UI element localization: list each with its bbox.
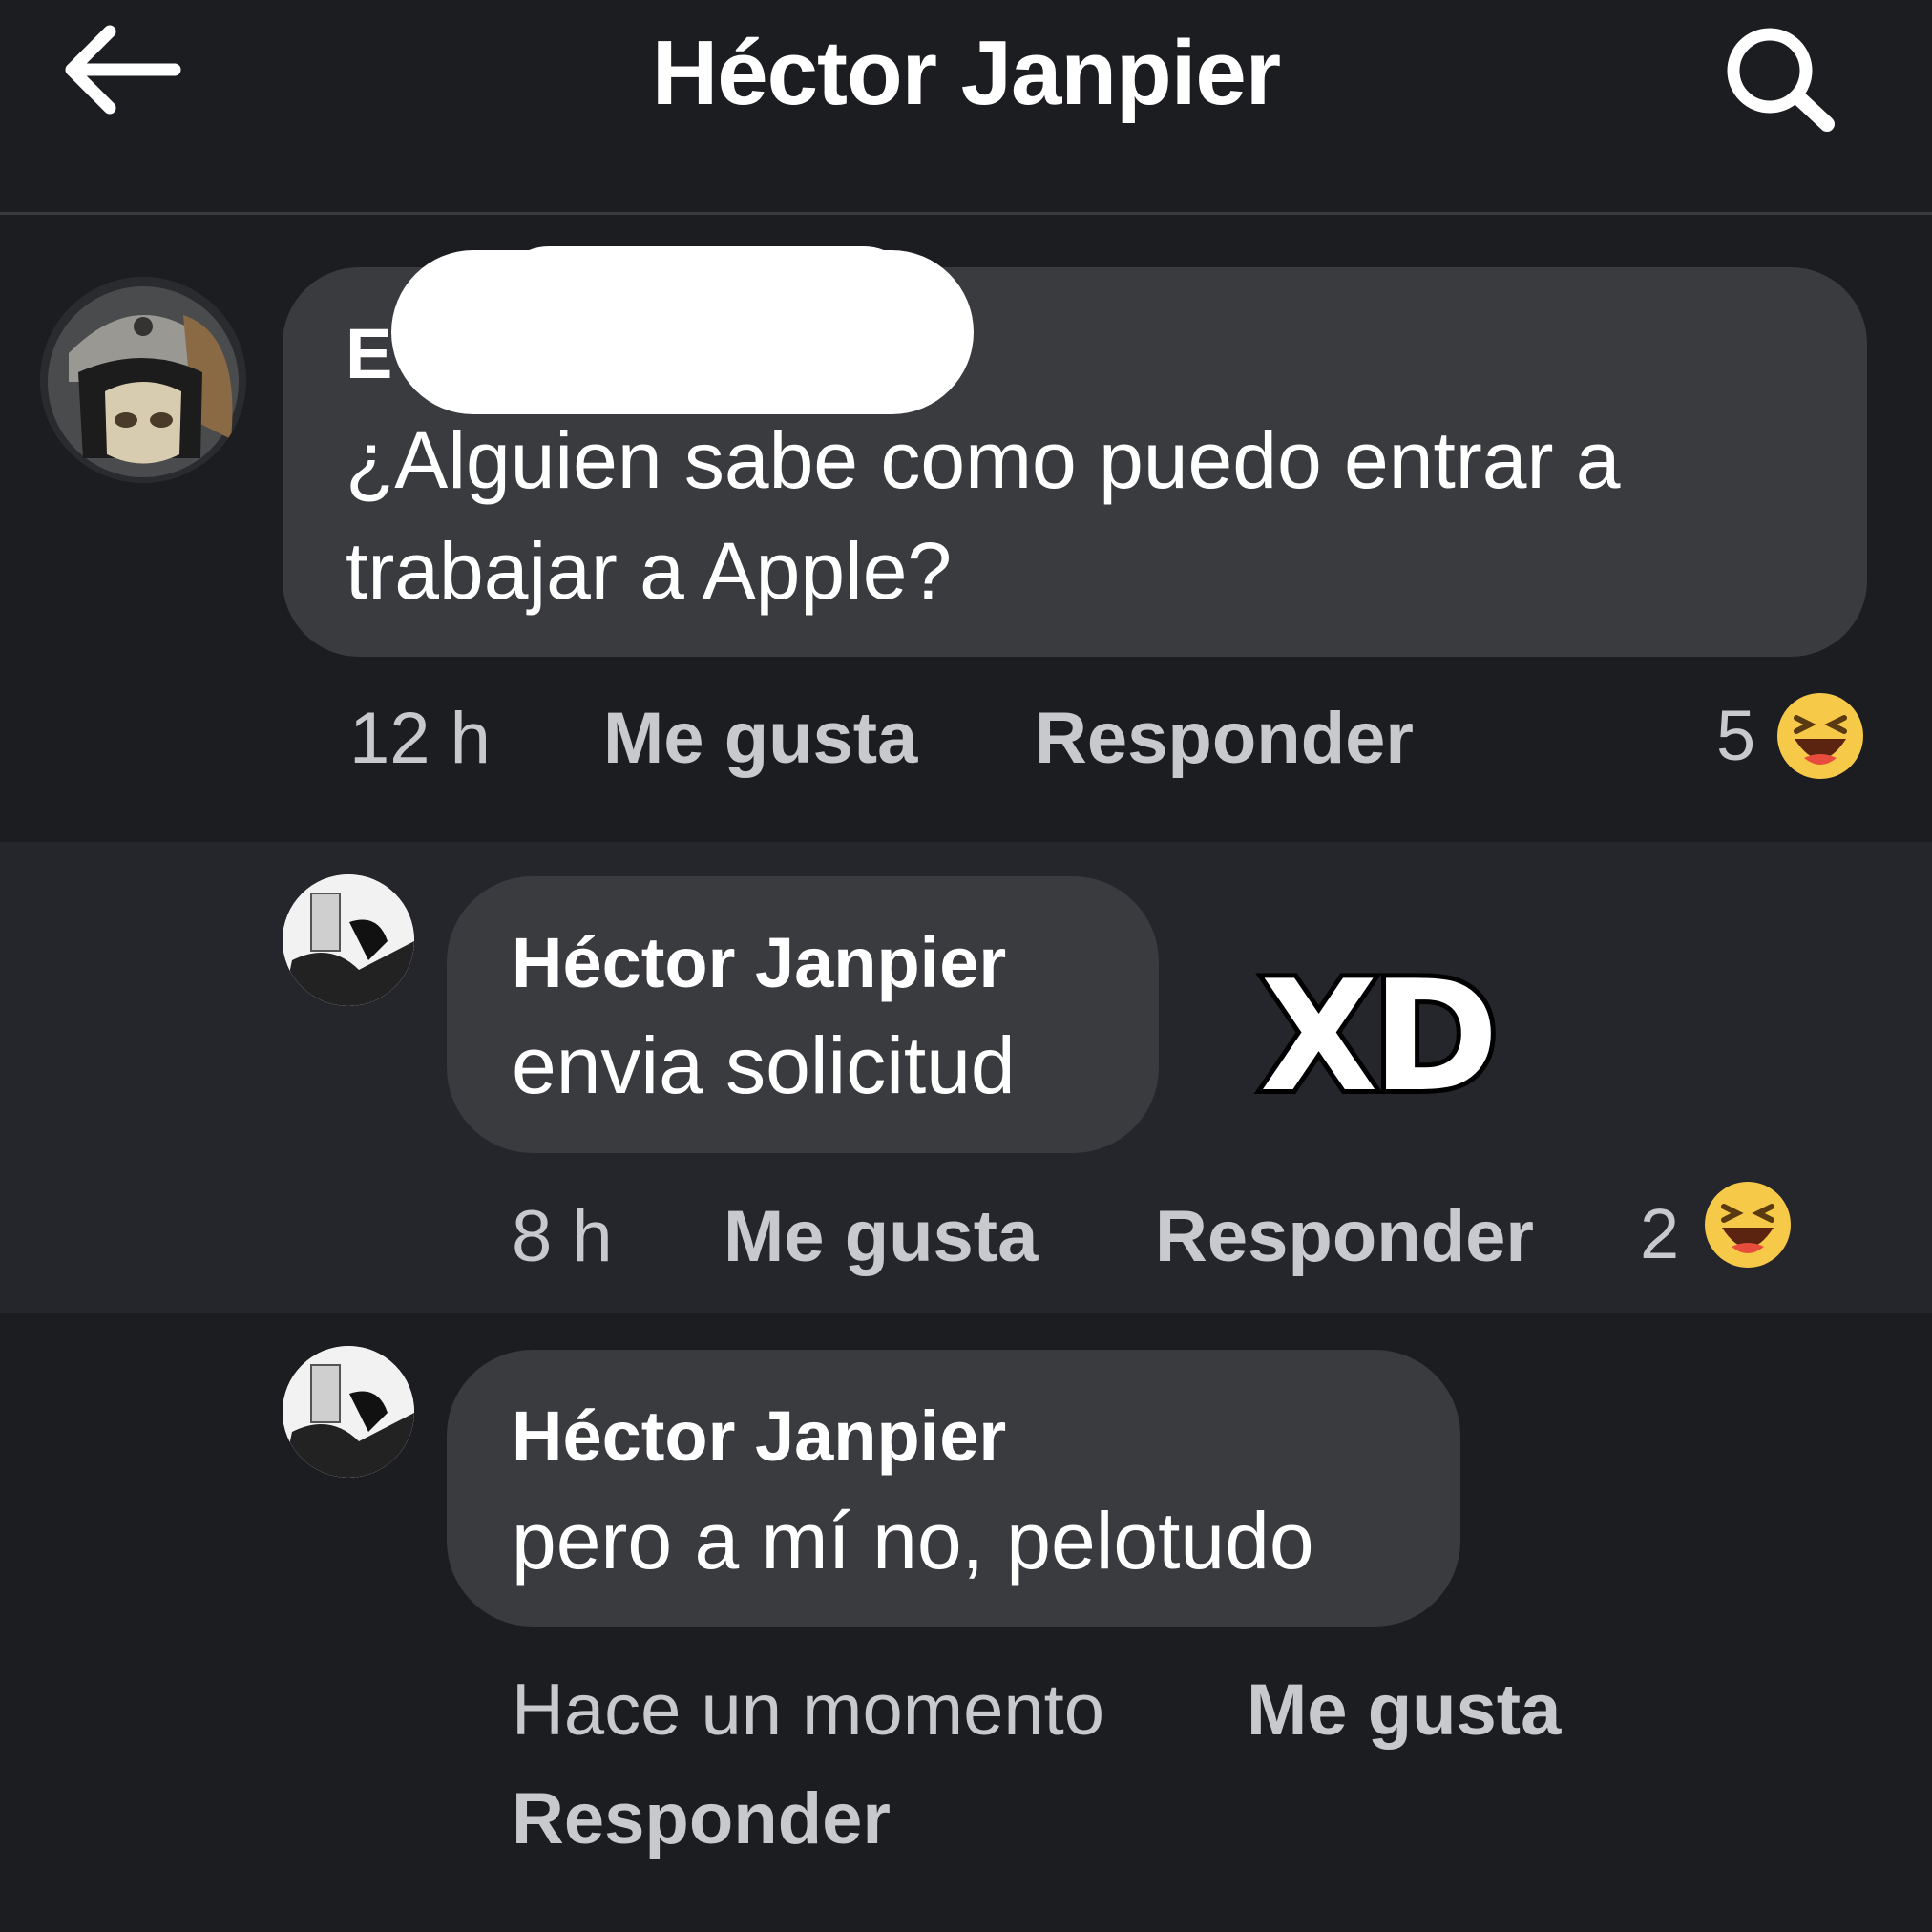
reply-button[interactable]: Responder — [1155, 1195, 1534, 1278]
laughing-emoji-icon[interactable] — [1703, 1180, 1793, 1270]
comment-text-line: trabajar a Apple? — [346, 526, 953, 616]
comment-timestamp: Hace un momento — [512, 1670, 1104, 1751]
page-title: Héctor Janpier — [651, 22, 1281, 124]
avatar[interactable] — [40, 277, 246, 483]
comment-timestamp: 8 h — [512, 1196, 613, 1277]
overlay-caption: XD — [1255, 942, 1503, 1130]
comment-text-line: envia solicitud — [512, 1020, 1016, 1110]
reply-button[interactable]: Responder — [1035, 697, 1414, 780]
like-button[interactable]: Me gusta — [603, 697, 917, 780]
reaction-count[interactable]: 2 — [1640, 1193, 1679, 1274]
comment-timestamp: 12 h — [349, 698, 491, 779]
avatar[interactable] — [283, 874, 414, 1006]
reaction-count[interactable]: 5 — [1716, 695, 1755, 776]
comment-author[interactable]: E — [346, 313, 392, 394]
top-bar: Héctor Janpier — [0, 0, 1932, 215]
like-button[interactable]: Me gusta — [724, 1195, 1038, 1278]
search-icon — [1727, 28, 1835, 132]
comment-author[interactable]: Héctor Janpier — [512, 1396, 1006, 1477]
redaction-mark — [496, 246, 916, 351]
avatar[interactable] — [283, 1346, 414, 1478]
laughing-emoji-icon[interactable] — [1775, 691, 1865, 781]
manga-avatar-image — [283, 1346, 414, 1478]
like-button[interactable]: Me gusta — [1247, 1669, 1561, 1752]
reply-button[interactable]: Responder — [512, 1777, 891, 1860]
comment-author[interactable]: Héctor Janpier — [512, 922, 1006, 1003]
comment-text-line: pero a mí no, pelotudo — [512, 1496, 1314, 1586]
comment-text-line: ¿Alguien sabe como puedo entrar a — [346, 415, 1621, 505]
anime-avatar-image — [40, 277, 246, 483]
manga-avatar-image — [283, 874, 414, 1006]
search-button[interactable] — [1711, 13, 1844, 137]
